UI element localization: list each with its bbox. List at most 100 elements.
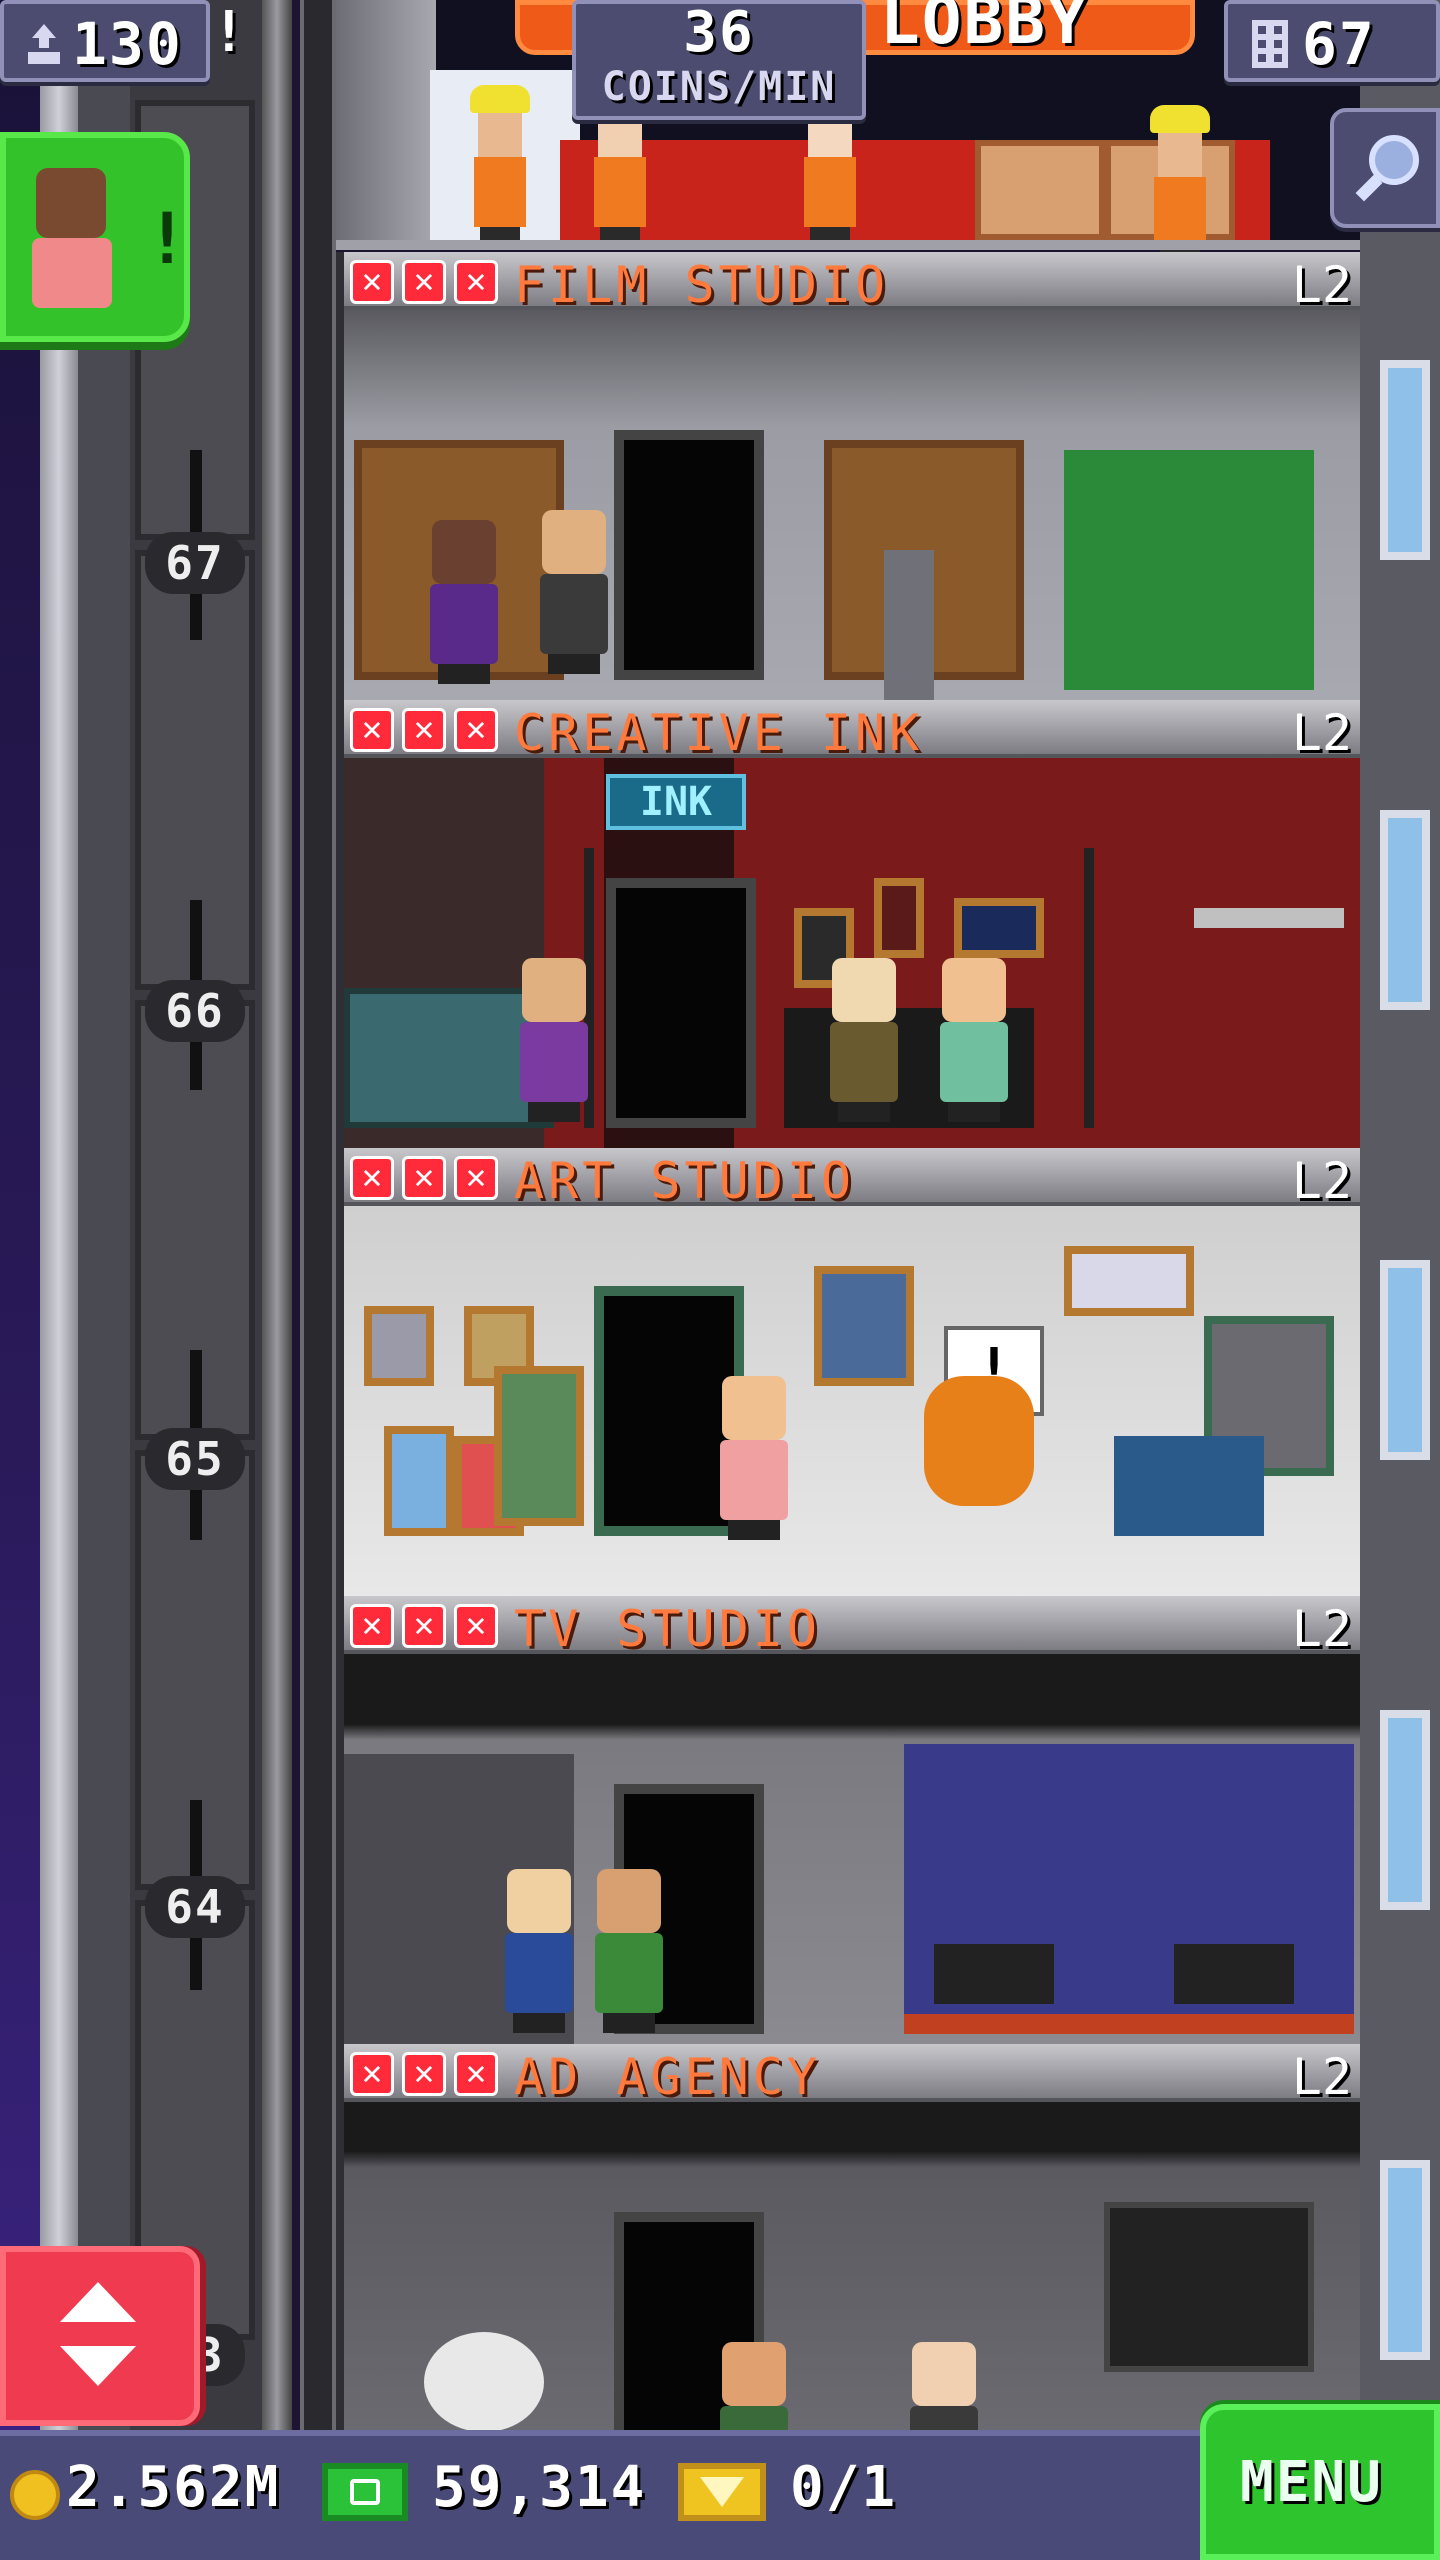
red-x-icon: ✕ [402,2052,446,2096]
floor-level: L2 [1291,2048,1352,2106]
elevator-rail [262,0,292,2430]
floor-tv-studio[interactable]: ✕ ✕ ✕ TV STUDIO L2 [336,1596,1360,2044]
population-counter[interactable]: 130 [0,0,210,82]
bitizen[interactable] [589,1869,669,2039]
lobby-banner-label: LOBBY [880,0,1089,59]
coins-value[interactable]: 2.562M [66,2455,280,2520]
visitor-alert-icon: ! [146,198,191,280]
floor-level: L2 [1291,256,1352,314]
building-window [1380,810,1430,1010]
bitizen[interactable] [534,510,614,680]
floor-name: FILM STUDIO [514,256,890,314]
red-x-icon: ✕ [454,2052,498,2096]
floor-name: TV STUDIO [514,1600,821,1658]
egg-chair [424,2332,544,2432]
floor-header[interactable]: ✕ ✕ ✕ CREATIVE INK L2 [344,700,1360,762]
painting [384,1426,454,1536]
red-x-icon: ✕ [454,260,498,304]
coins-per-minute-value: 36 [683,0,755,65]
room-interior[interactable] [344,2102,1360,2506]
room-interior[interactable] [344,1654,1360,2044]
lobby-wall [336,0,436,245]
magnifier-icon [1355,135,1419,202]
tv-screen [1104,2202,1314,2372]
floor-name: ART STUDIO [514,1152,856,1210]
construction-worker[interactable] [1150,105,1210,260]
red-x-icon: ✕ [350,2052,394,2096]
elevator-button[interactable] [0,2246,200,2426]
building-window [1380,2160,1430,2360]
floor-film-studio[interactable]: ✕ ✕ ✕ FILM STUDIO L2 [336,252,1360,700]
construction-worker[interactable] [470,85,530,240]
wall-picture [954,898,1044,958]
red-x-icon: ✕ [454,1604,498,1648]
room-door [614,430,764,680]
ticket-heart-mark [700,2477,744,2507]
bitizen[interactable] [824,958,904,1128]
room-door [606,878,756,1128]
coins-per-minute: 36 COINS/MIN [572,0,866,120]
room-interior[interactable]: ! [344,1206,1360,1596]
cabinet [1114,1436,1264,1536]
red-x-icon: ✕ [350,1156,394,1200]
population-value: 130 [72,10,183,78]
red-x-icon: ✕ [402,708,446,752]
search-button[interactable] [1330,108,1440,228]
population-alert-icon: ! [212,0,248,65]
person-up-arrow-icon [28,24,60,64]
wall-picture [364,1306,434,1386]
bitizen[interactable] [424,520,504,690]
floors-value: 67 [1302,10,1376,78]
painting [1064,1246,1194,1316]
floor-number-badge: 64 [145,1876,245,1938]
painting [494,1366,584,1526]
bitizen[interactable] [499,1869,579,2039]
visitor-avatar-body [32,238,112,308]
floor-ad-agency[interactable]: ✕ ✕ ✕ AD AGENCY L2 [336,2044,1360,2506]
bitizen[interactable] [934,958,1014,1128]
construction-crate [975,140,1105,240]
tower-bux-value[interactable]: 59,314 [432,2455,646,2520]
building-window [1380,1260,1430,1460]
wall-picture [874,878,924,958]
up-down-arrows-icon [60,2282,136,2386]
room-interior[interactable]: INK [344,758,1360,1148]
red-x-icon: ✕ [350,708,394,752]
floor-art-studio[interactable]: ✕ ✕ ✕ ART STUDIO L2 ! [336,1148,1360,1596]
floor-header[interactable]: ✕ ✕ ✕ ART STUDIO L2 [344,1148,1360,1210]
floor-name: CREATIVE INK [514,704,924,762]
tickets-value[interactable]: 0/1 [790,2455,897,2520]
green-screen [1064,450,1314,690]
floor-header[interactable]: ✕ ✕ ✕ TV STUDIO L2 [344,1596,1360,1658]
building-icon [1252,20,1288,68]
red-x-icon: ✕ [402,1156,446,1200]
lobby-ground [336,240,1360,250]
camera-tripod [884,550,934,700]
floor-lamp [1084,848,1094,1128]
room-interior[interactable] [344,310,1360,700]
floor-creative-ink[interactable]: ✕ ✕ ✕ CREATIVE INK L2 INK [336,700,1360,1148]
red-x-icon: ✕ [402,1604,446,1648]
visitor-avatar-head [36,168,106,238]
building-window [1380,360,1430,560]
visitor-button[interactable]: ! [0,132,190,342]
bitizen[interactable] [514,958,594,1128]
floor-header[interactable]: ✕ ✕ ✕ FILM STUDIO L2 [344,252,1360,314]
pumpkin-bitizen[interactable] [924,1376,1034,1506]
painting [814,1266,914,1386]
floor-level: L2 [1291,1600,1352,1658]
red-x-icon: ✕ [350,1604,394,1648]
red-x-icon: ✕ [402,260,446,304]
shelf [1194,908,1344,928]
floor-header[interactable]: ✕ ✕ ✕ AD AGENCY L2 [344,2044,1360,2106]
tv-chair [934,1944,1054,2004]
floors-counter[interactable]: 67 [1224,0,1440,82]
bux-icon-detail [350,2479,380,2505]
floor-number-badge: 66 [145,980,245,1042]
tower-bux-icon [322,2463,408,2521]
floor-level: L2 [1291,1152,1352,1210]
stage-floor [904,2014,1354,2034]
menu-button-label: MENU [1240,2450,1383,2515]
floor-number-badge: 65 [145,1428,245,1490]
bitizen[interactable] [714,1376,794,1546]
